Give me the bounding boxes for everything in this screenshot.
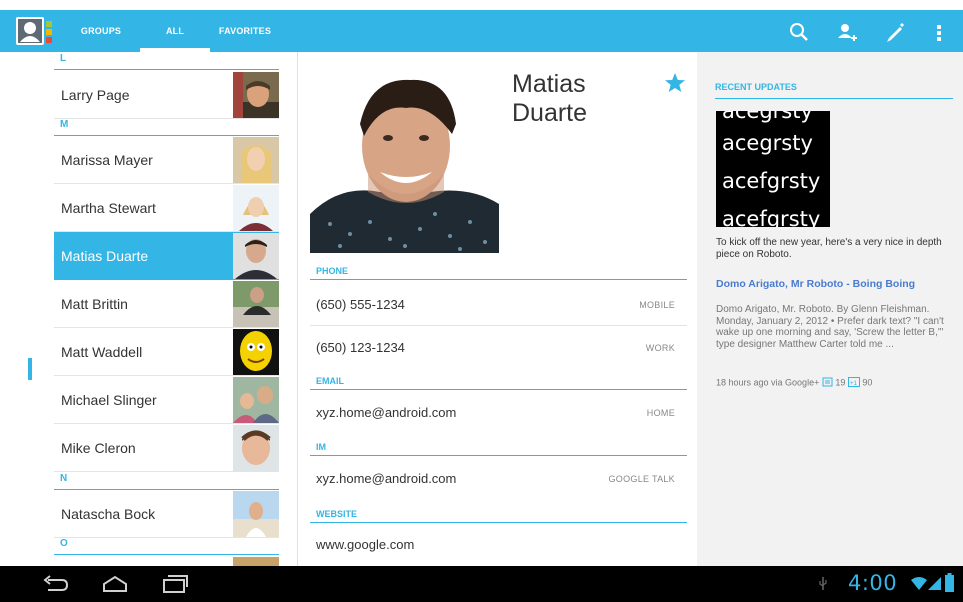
fast-scroll-thumb[interactable] [28,358,32,380]
search-icon[interactable] [788,21,810,43]
image-text-line: acefgrsty [722,169,821,193]
contact-photo [233,233,279,279]
favorite-star-icon[interactable] [664,72,686,94]
contact-row[interactable]: Larry Page [54,71,279,119]
update-caption: To kick off the new year, here's a very … [716,237,942,260]
back-icon[interactable] [40,572,70,596]
contact-row[interactable]: Martha Stewart [54,184,279,232]
comment-icon [822,377,833,389]
update-link[interactable]: Domo Arigato, Mr Roboto - Boing Boing [716,278,915,290]
edit-icon[interactable] [884,21,906,43]
usb-icon [818,575,828,596]
contact-name: Michael Slinger [61,392,157,408]
email-section-header: EMAIL [310,374,687,390]
contacts-app-icon[interactable] [16,17,60,45]
contact-photo [233,137,279,183]
contact-name: Matias Duarte [61,248,149,264]
wifi-icon [911,575,927,596]
website-section-header: WEBSITE [310,507,687,523]
contact-name: Mike Cleron [61,440,136,456]
contact-row[interactable]: Matt Waddell [54,328,279,376]
section-header-n: N [54,473,279,490]
recent-updates-panel: RECENT UPDATES acegrsty acegrsty acefgrs… [697,52,963,566]
recent-apps-icon[interactable] [160,572,190,596]
phone-type: MOBILE [639,300,675,310]
contact-photo [233,377,279,423]
section-header-m: M [54,119,279,136]
tab-all[interactable]: ALL [140,10,210,52]
update-meta: 18 hours ago via Google+ 19 +1 90 [716,377,872,389]
contact-photo [233,281,279,327]
update-body: Domo Arigato, Mr. Roboto. By Glenn Fleis… [716,304,944,350]
email-row[interactable]: xyz.home@android.com HOME [310,392,687,434]
contact-detail: Matias Duarte PHONE (650) 555-1234 MOBIL… [297,52,697,566]
phone-number: (650) 123-1234 [316,340,405,355]
phone-section-header: PHONE [310,264,687,280]
section-header-l: L [54,53,279,70]
image-text-line: acegrsty [722,131,813,155]
contact-name: Matt Waddell [61,344,143,360]
phone-row-work[interactable]: (650) 123-1234 WORK [310,327,687,369]
add-contact-icon[interactable] [836,21,858,43]
contact-name: Matt Brittin [61,296,128,312]
im-type: GOOGLE TALK [608,474,675,484]
website-url: www.google.com [316,537,415,552]
contact-row-selected[interactable]: Matias Duarte [54,232,279,280]
contact-photo [233,555,279,566]
tab-groups[interactable]: GROUPS [70,10,132,52]
contact-photo [233,491,279,537]
contact-row[interactable]: Natascha Bock [54,490,279,538]
contact-row[interactable]: Mike Cleron [54,424,279,472]
contact-photo [233,72,279,118]
website-row[interactable]: www.google.com [310,524,687,566]
contact-portrait [310,64,499,253]
im-address: xyz.home@android.com [316,471,457,486]
tab-favorites-label: FAVORITES [218,26,272,36]
section-header-o: O [54,538,279,555]
email-address: xyz.home@android.com [316,405,457,420]
phone-number: (650) 555-1234 [316,297,405,312]
overflow-menu-icon[interactable] [934,21,944,43]
image-text-line: acefgrsty [722,207,821,227]
contact-name: Marissa Mayer [61,152,153,168]
clock: 4:00 [848,571,898,595]
contact-photo [233,329,279,375]
action-bar: GROUPS ALL FAVORITES [0,10,963,52]
email-type: HOME [646,408,675,418]
update-source: 18 hours ago via Google+ [716,377,820,388]
home-icon[interactable] [100,572,130,596]
contact-row[interactable]: Matt Brittin [54,280,279,328]
recent-updates-header: RECENT UPDATES [715,80,953,99]
contact-list[interactable]: L Larry Page M Marissa Mayer Martha Stew… [0,52,297,566]
contact-row[interactable]: Michael Slinger [54,376,279,424]
tab-groups-label: GROUPS [80,26,122,36]
plus-one-icon: +1 [847,377,860,389]
update-image[interactable]: acegrsty acegrsty acefgrsty acefgrsty [716,111,830,227]
tab-favorites[interactable]: FAVORITES [210,10,280,52]
contact-display-name: Matias Duarte [512,70,588,127]
phone-type: WORK [645,343,675,353]
contact-name: Natascha Bock [61,506,156,522]
plus-one-count: 90 [862,377,873,388]
contact-row[interactable]: Marissa Mayer [54,136,279,184]
im-row[interactable]: xyz.home@android.com GOOGLE TALK [310,458,687,500]
tab-all-label: ALL [165,26,185,36]
signal-icon [928,575,942,596]
phone-row-mobile[interactable]: (650) 555-1234 MOBILE [310,284,687,326]
system-nav-bar: 4:00 [0,566,963,602]
svg-text:+1: +1 [850,381,858,387]
contact-photo [233,425,279,471]
comment-count: 19 [835,377,846,388]
contact-name: Martha Stewart [61,200,156,216]
battery-icon [945,573,954,597]
contact-photo [233,185,279,231]
im-section-header: IM [310,440,687,456]
contact-name: Larry Page [61,87,130,103]
image-text-line: acegrsty [722,111,813,123]
